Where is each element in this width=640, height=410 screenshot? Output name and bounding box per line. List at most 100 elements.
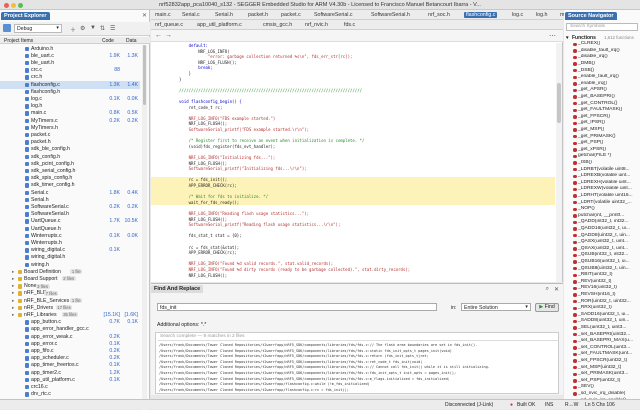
project-scrollbar[interactable] <box>142 45 147 410</box>
tab-packet-c[interactable]: packet.c <box>281 12 301 18</box>
project-item-name: app_scheduler.c <box>31 355 69 361</box>
tab-fds-c[interactable]: fds.c <box>344 22 355 28</box>
title-bar: nrf52832app_pca10040_s132 - SEGGER Embed… <box>0 0 640 10</box>
find-button[interactable]: ▶ Find <box>535 303 559 312</box>
tab-cmsis-gcc-h[interactable]: cmsis_gcc.h <box>263 22 292 28</box>
function-icon <box>573 109 577 113</box>
code-line: APP_ERROR_CHECK(rc); <box>179 250 237 256</box>
code-size: 0.8K <box>100 110 120 116</box>
sort-icon[interactable]: ⇅ <box>100 25 105 32</box>
function-list: _CLREX()_disable_fault_irq()_disable_irq… <box>564 41 640 399</box>
expand-arrow-icon[interactable]: ▸ <box>12 305 14 311</box>
project-item-name: sdk_spis_config.h <box>31 175 72 181</box>
code-line: } <box>179 77 181 83</box>
tab-softwareserial-h[interactable]: SoftwareSerial.h <box>371 12 410 18</box>
function-icon <box>573 95 577 99</box>
scope-select[interactable]: Entire Solution▾ <box>461 303 531 311</box>
build-status[interactable]: Built OK <box>517 402 535 408</box>
tab-log-h[interactable]: log.h <box>536 12 548 18</box>
tab-packet-h[interactable]: packet.h <box>248 12 268 18</box>
function-icon <box>573 161 577 165</box>
tab-softwareserial-c[interactable]: SoftwareSerial.c <box>314 12 353 18</box>
search-result-line[interactable]: /Users/frank/Documents/Tower Cloned Repo… <box>159 382 370 386</box>
file-icon <box>25 342 29 347</box>
project-item-name: app_error_handler_gcc.c <box>31 326 89 332</box>
search-result-line[interactable]: /Users/frank/Documents/Tower Cloned Repo… <box>159 388 349 392</box>
expand-arrow-icon[interactable]: ▸ <box>12 276 14 282</box>
functions-group[interactable]: ▾ Functions 1,612 functions <box>564 34 640 41</box>
project-item-name: app_button.c <box>31 319 61 325</box>
project-item-name: flashconfig.h <box>31 89 60 95</box>
add-item-icon[interactable]: ＋ <box>70 25 76 34</box>
code-size: 0.2K <box>100 355 120 361</box>
project-item-name: sdk_timer_config.h <box>31 182 75 188</box>
function-icon <box>573 181 577 185</box>
column-project-items[interactable]: Project Items <box>4 38 33 44</box>
tab-log-c[interactable]: log.c <box>512 12 523 18</box>
tab-flashconfig-c[interactable]: flashconfig.c <box>464 12 497 18</box>
expand-arrow-icon[interactable]: ▸ <box>12 290 14 296</box>
folder-icon <box>18 270 22 275</box>
code-size: 1.8K <box>100 190 120 196</box>
file-icon <box>25 219 29 224</box>
search-result-line[interactable]: /Users/frank/Documents/Tower Cloned Repo… <box>159 365 490 369</box>
symbol-search-input[interactable]: Search Symbols <box>566 23 638 31</box>
function-name: _DSB() <box>578 68 594 73</box>
expand-arrow-icon[interactable]: ▸ <box>12 283 14 289</box>
source-navigator-title: Source Navigator <box>565 12 617 20</box>
connection-status[interactable]: Disconnected (J-Link) <box>445 402 493 408</box>
function-name: _sd_nvic_irq_disable( <box>578 391 625 396</box>
search-result-line[interactable]: /Users/frank/Documents/Tower Cloned Repo… <box>159 349 452 353</box>
search-result-line[interactable]: /Users/frank/Documents/Tower Cloned Repo… <box>159 360 422 364</box>
project-item-name: None <box>24 283 36 289</box>
panel-close-icon[interactable]: ✕ <box>554 286 559 293</box>
code-line: fds_stat_t stat = {0}; <box>179 233 242 239</box>
column-code[interactable]: Code <box>102 38 114 44</box>
file-icon <box>25 111 29 116</box>
file-icon <box>25 248 29 253</box>
panel-close-icon[interactable]: ✕ <box>142 12 147 19</box>
tab-nrf-nvic-h[interactable]: nrf_nvic.h <box>305 22 328 28</box>
column-data[interactable]: Data <box>126 38 137 44</box>
tab-serial-c[interactable]: Serial.c <box>182 12 200 18</box>
expand-arrow-icon[interactable]: ▸ <box>12 312 14 318</box>
search-result-line[interactable]: /Users/frank/Documents/Tower Cloned Repo… <box>159 354 429 358</box>
tab-serial-h[interactable]: Serial.h <box>215 12 233 18</box>
options-icon[interactable]: ⚙ <box>80 25 85 32</box>
file-icon <box>25 155 29 160</box>
function-icon <box>573 102 577 106</box>
code-editor[interactable]: default: NRF_LOG_INFO( "error: garbage c… <box>151 43 556 282</box>
function-name: _set_PRIMASK(uint3... <box>578 371 628 376</box>
properties-icon[interactable]: ☰ <box>110 25 115 32</box>
project-item-name: app_timer_freertos.c <box>31 362 79 368</box>
find-query-input[interactable]: fds_init <box>157 303 437 311</box>
additional-options[interactable]: Additional options: *.* <box>157 322 206 328</box>
functions-group-label: Functions <box>572 35 596 41</box>
project-item-row[interactable]: drv_rtc.c <box>0 391 140 399</box>
file-icon <box>25 320 29 325</box>
tab-app-util-platform-c[interactable]: app_util_platform.c <box>197 22 242 28</box>
file-icon <box>25 198 29 203</box>
tab-main-c[interactable]: main.c <box>155 12 171 18</box>
editor-menu-icon[interactable]: ⋯ <box>549 32 556 40</box>
function-icon <box>573 115 577 119</box>
binoculars-icon[interactable]: ⌕ <box>546 286 549 293</box>
search-result-line[interactable]: /Users/frank/Documents/Tower Cloned Repo… <box>159 371 456 375</box>
search-result-line[interactable]: /Users/frank/Documents/Tower Cloned Repo… <box>159 343 477 347</box>
editor-scrollbar[interactable] <box>556 43 562 282</box>
project-scroll-thumb[interactable] <box>143 45 146 105</box>
editor-scroll-thumb[interactable] <box>557 83 561 123</box>
tab-nrf-soc-h[interactable]: nrf_soc.h <box>428 12 450 18</box>
code-line: SoftwareSerial_printf("FDS example start… <box>179 127 309 133</box>
build-config-select[interactable]: Debug▾ <box>14 24 62 33</box>
expand-arrow-icon[interactable]: ▸ <box>12 298 14 304</box>
file-icon <box>25 97 29 102</box>
forward-icon[interactable]: → <box>165 32 172 39</box>
tab-nrf-queue-c[interactable]: nrf_queue.c <box>155 22 183 28</box>
expand-arrow-icon[interactable]: ▸ <box>12 269 14 275</box>
search-result-line[interactable]: /Users/frank/Documents/Tower Cloned Repo… <box>159 377 450 381</box>
function-icon <box>573 122 577 126</box>
data-size: 0.0K <box>124 233 138 239</box>
back-icon[interactable]: ← <box>155 32 162 39</box>
filter-icon[interactable]: ▼ <box>90 25 96 31</box>
